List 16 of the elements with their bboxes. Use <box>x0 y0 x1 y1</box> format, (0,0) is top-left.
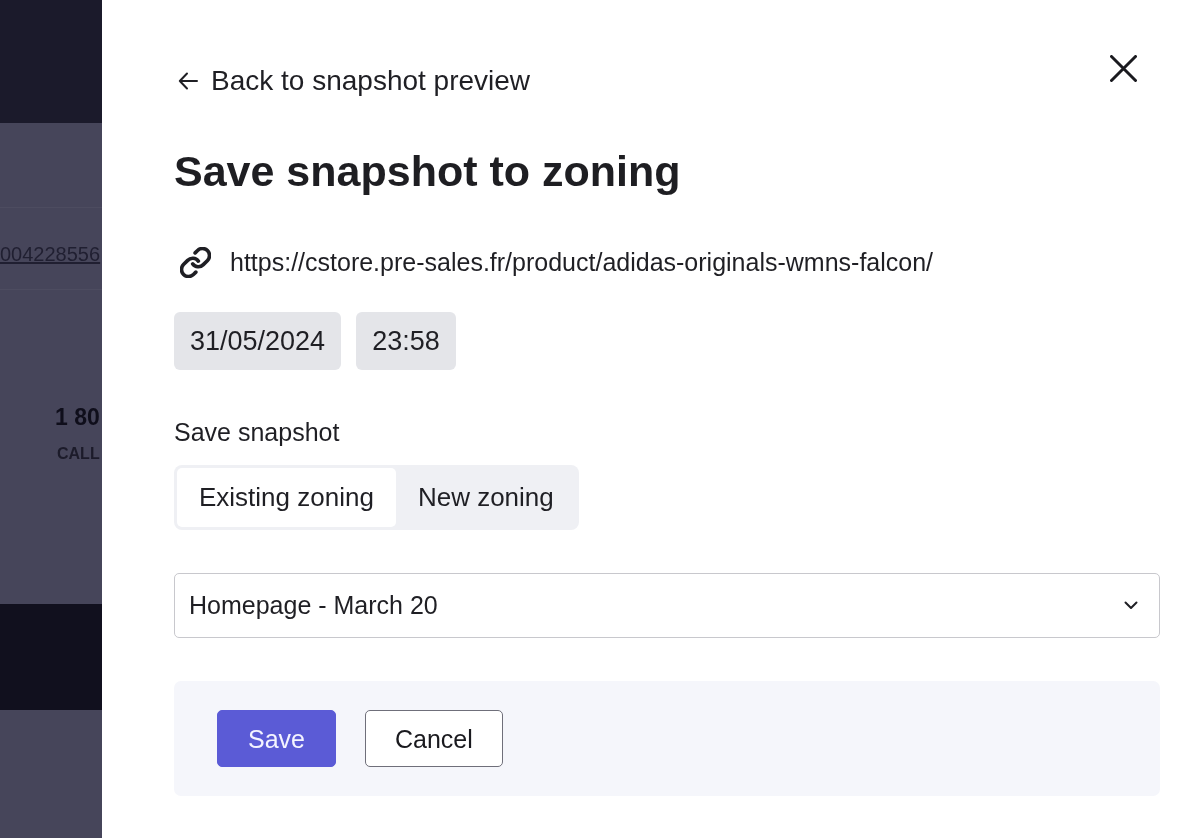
zoning-select[interactable]: Homepage - March 20 <box>174 573 1160 638</box>
panel-title: Save snapshot to zoning <box>174 146 681 197</box>
link-icon <box>180 246 211 278</box>
time-chip: 23:58 <box>356 312 456 370</box>
back-link[interactable]: Back to snapshot preview <box>174 64 531 98</box>
save-button[interactable]: Save <box>217 710 336 767</box>
close-icon[interactable] <box>1110 55 1137 82</box>
chevron-down-icon <box>1124 600 1138 610</box>
section-label: Save snapshot <box>174 417 340 447</box>
segment-tab[interactable]: New zoning <box>395 468 576 527</box>
cancel-button[interactable]: Cancel <box>365 710 503 767</box>
url-text: https://cstore.pre-sales.fr/product/adidas-originals-wmns-falcon/ <box>230 247 934 278</box>
stat-value: 1 80 <box>55 403 100 431</box>
arrow-left-icon <box>178 72 198 90</box>
date-chip: 31/05/2024 <box>174 312 342 370</box>
segment-tab[interactable]: Existing zoning <box>177 468 396 527</box>
